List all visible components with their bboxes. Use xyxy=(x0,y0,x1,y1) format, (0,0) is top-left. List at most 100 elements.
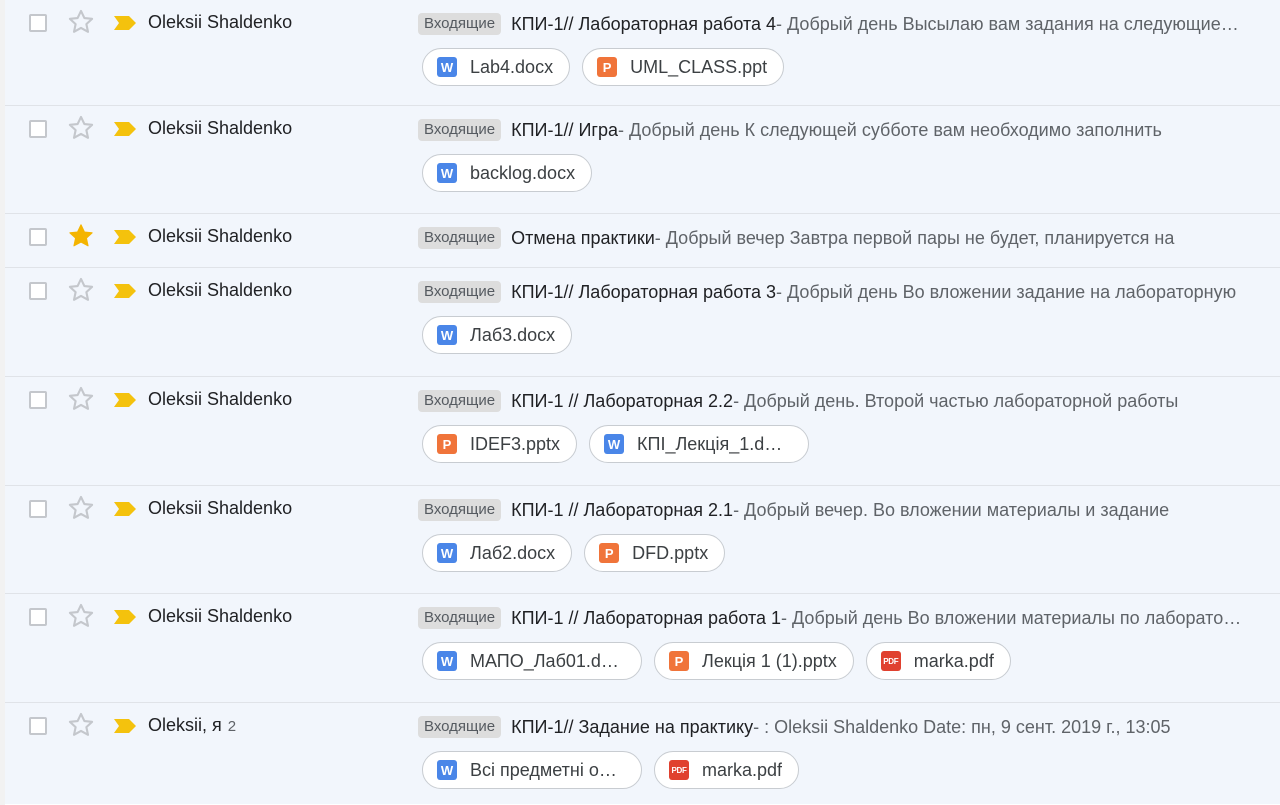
attachment-chip[interactable]: W МАПО_Лаб01.docx xyxy=(422,642,642,680)
attachment-name: Lab4.docx xyxy=(470,56,554,77)
sender-name: Oleksii, я 2 xyxy=(148,715,236,736)
select-checkbox[interactable] xyxy=(29,120,47,138)
attachment-chip[interactable]: W Всі предметні області.docx xyxy=(422,751,642,789)
important-marker-icon[interactable] xyxy=(113,16,137,30)
word-file-icon: W xyxy=(437,651,457,671)
email-list: Oleksii Shaldenko Входящие КПИ-1// Лаборат… xyxy=(0,0,1280,805)
select-checkbox[interactable] xyxy=(29,608,47,626)
email-snippet: - Добрый день Во вложении материалы по л… xyxy=(781,607,1243,628)
ppt-file-icon: P xyxy=(597,57,618,77)
inbox-label-badge[interactable]: Входящие xyxy=(418,227,502,249)
email-row[interactable]: Oleksii Shaldenko Входящие КПИ-1// Лаборат… xyxy=(5,268,1280,377)
email-subject: КПИ-1// Лабораторная работа 3 xyxy=(511,281,777,302)
attachment-name: Лаб2.docx xyxy=(470,542,556,563)
sender-label: Oleksii Shaldenko xyxy=(148,12,293,32)
inbox-label-badge[interactable]: Входящие xyxy=(418,281,502,303)
attachment-list: W Лаб3.docx xyxy=(422,316,573,354)
important-marker-icon[interactable] xyxy=(113,719,137,733)
inbox-label-badge[interactable]: Входящие xyxy=(418,13,502,35)
star-icon[interactable] xyxy=(67,494,95,522)
attachment-chip[interactable]: PDF marka.pdf xyxy=(865,642,1011,680)
email-subject: КПИ-1// Лабораторная работа 4 xyxy=(511,13,777,34)
important-marker-icon[interactable] xyxy=(113,230,137,244)
important-marker-icon[interactable] xyxy=(113,122,137,136)
subject-line: Входящие КПИ-1 // Лабораторная работа 1 -… xyxy=(418,605,1243,631)
email-row[interactable]: Oleksii Shaldenko Входящие КПИ-1 // Лабора… xyxy=(5,594,1280,703)
word-file-icon: W xyxy=(437,760,457,780)
star-filled-icon[interactable] xyxy=(67,222,95,250)
attachment-chip[interactable]: W Лаб3.docx xyxy=(422,316,573,354)
select-checkbox[interactable] xyxy=(29,282,47,300)
email-row[interactable]: Oleksii Shaldenko Входящие КПИ-1// Игра - … xyxy=(5,106,1280,214)
email-subject: КПИ-1 // Лабораторная 2.1 xyxy=(511,499,734,520)
select-checkbox[interactable] xyxy=(29,717,47,735)
inbox-label-badge[interactable]: Входящие xyxy=(418,607,502,629)
attachment-list: P IDEF3.pptx W КПІ_Лекція_1.docx xyxy=(422,425,810,463)
sender-name: Oleksii Shaldenko xyxy=(148,118,292,139)
sender-name: Oleksii Shaldenko xyxy=(148,12,292,33)
star-icon[interactable] xyxy=(67,385,95,413)
word-file-icon: W xyxy=(604,434,625,454)
star-icon[interactable] xyxy=(67,602,95,630)
star-icon[interactable] xyxy=(67,711,95,739)
email-snippet: - Добрый день Высылаю вам задания на сле… xyxy=(776,13,1243,34)
email-snippet: - Добрый вечер Завтра первой пары не буд… xyxy=(654,227,1175,248)
attachment-name: marka.pdf xyxy=(702,759,783,780)
important-marker-icon[interactable] xyxy=(113,610,137,624)
important-marker-icon[interactable] xyxy=(113,502,137,516)
attachment-list: W Lab4.docx P UML_CLASS.ppt xyxy=(422,48,785,86)
thread-count: 2 xyxy=(227,718,237,735)
subject-line: Входящие КПИ-1// Задание на практику - : … xyxy=(418,714,1243,740)
attachment-chip[interactable]: W Lab4.docx xyxy=(422,48,571,86)
attachment-chip[interactable]: W Лаб2.docx xyxy=(422,534,573,572)
attachment-name: КПІ_Лекція_1.docx xyxy=(637,433,793,454)
inbox-label-badge[interactable]: Входящие xyxy=(418,119,502,141)
subject-line: Входящие КПИ-1 // Лабораторная 2.2 - Добр… xyxy=(418,388,1243,414)
attachment-name: Лаб3.docx xyxy=(470,324,556,345)
attachment-name: Лекція 1 (1).pptx xyxy=(702,650,837,671)
attachment-chip[interactable]: P UML_CLASS.ppt xyxy=(582,48,785,86)
sender-name: Oleksii Shaldenko xyxy=(148,226,292,247)
attachment-list: W МАПО_Лаб01.docx P Лекція 1 (1).pptx PDF mar… xyxy=(422,642,1011,680)
inbox-label-badge[interactable]: Входящие xyxy=(418,390,502,412)
attachment-chip[interactable]: W КПІ_Лекція_1.docx xyxy=(589,425,810,463)
sender-label: Oleksii Shaldenko xyxy=(148,389,293,409)
attachment-chip[interactable]: Wbacklog.docx xyxy=(422,154,593,192)
email-subject: КПИ-1// Задание на практику xyxy=(511,716,754,737)
email-snippet: - Добрый день Во вложении задание на лаб… xyxy=(776,281,1237,302)
attachment-name: МАПО_Лаб01.docx xyxy=(470,650,625,671)
attachment-name: UML_CLASS.ppt xyxy=(630,56,768,77)
sender-label: Oleksii Shaldenko xyxy=(148,226,293,246)
attachment-name: DFD.pptx xyxy=(632,542,709,563)
email-row[interactable]: Oleksii Shaldenko Входящие КПИ-1// Лаборат… xyxy=(5,0,1280,106)
email-row[interactable]: Oleksii Shaldenko Входящие Отмена практики… xyxy=(5,214,1280,268)
attachment-chip[interactable]: P Лекція 1 (1).pptx xyxy=(654,642,854,680)
email-row[interactable]: Oleksii, я 2 Входящие КПИ-1// Задание на пр… xyxy=(5,703,1280,804)
inbox-label-badge[interactable]: Входящие xyxy=(418,499,502,521)
email-snippet: - Добрый вечер. Во вложении материалы и … xyxy=(733,499,1170,520)
email-snippet: - : Oleksii Shaldenko Date: пн, 9 сент. … xyxy=(753,716,1171,737)
attachment-chip[interactable]: PDF marka.pdf xyxy=(654,751,800,789)
sender-name: Oleksii Shaldenko xyxy=(148,498,292,519)
select-checkbox[interactable] xyxy=(29,14,47,32)
important-marker-icon[interactable] xyxy=(113,284,137,298)
email-row[interactable]: Oleksii Shaldenko Входящие КПИ-1 // Лабора… xyxy=(5,486,1280,594)
sender-label: Oleksii Shaldenko xyxy=(148,606,293,626)
attachment-chip[interactable]: P IDEF3.pptx xyxy=(422,425,578,463)
select-checkbox[interactable] xyxy=(29,391,47,409)
star-icon[interactable] xyxy=(67,276,95,304)
email-snippet: - Добрый день. Второй частью лабораторно… xyxy=(733,390,1179,411)
star-icon[interactable] xyxy=(67,8,95,36)
ppt-file-icon: P xyxy=(669,651,689,671)
email-subject: КПИ-1 // Лабораторная работа 1 xyxy=(511,607,782,628)
word-file-icon: W xyxy=(437,543,457,563)
attachment-chip[interactable]: P DFD.pptx xyxy=(584,534,726,572)
email-row[interactable]: Oleksii Shaldenko Входящие КПИ-1 // Лабора… xyxy=(5,377,1280,486)
star-icon[interactable] xyxy=(67,114,95,142)
select-checkbox[interactable] xyxy=(29,228,47,246)
inbox-label-badge[interactable]: Входящие xyxy=(418,716,502,738)
important-marker-icon[interactable] xyxy=(113,393,137,407)
pdf-file-icon: PDF xyxy=(669,760,689,780)
select-checkbox[interactable] xyxy=(29,500,47,518)
pdf-file-icon: PDF xyxy=(880,651,901,671)
